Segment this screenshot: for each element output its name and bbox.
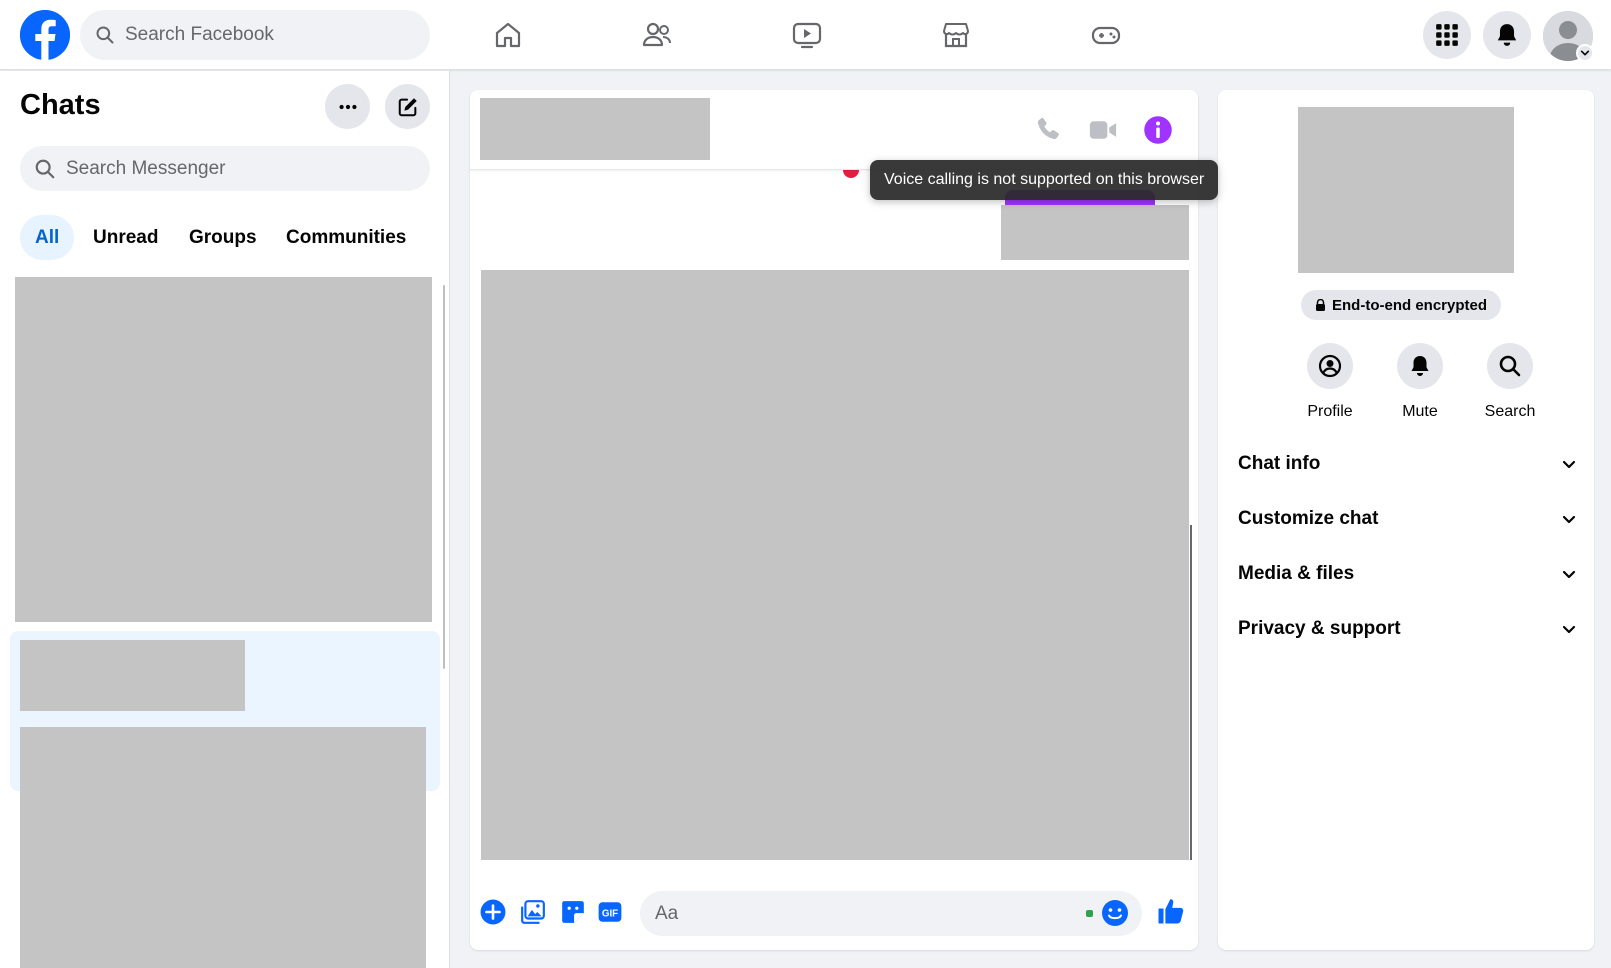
- voice-calling-tooltip: Voice calling is not supported on this b…: [870, 160, 1219, 200]
- conversation-contact-info[interactable]: [480, 98, 710, 160]
- send-like-button[interactable]: [1155, 895, 1187, 927]
- account-menu-toggle[interactable]: [1576, 44, 1594, 62]
- encryption-badge[interactable]: End-to-end encrypted: [1301, 290, 1502, 320]
- photo-icon: [521, 900, 545, 924]
- friends-nav-icon[interactable]: [637, 15, 677, 55]
- chevron-down-icon: [1562, 460, 1576, 469]
- message-input-box[interactable]: [640, 891, 1142, 936]
- watch-nav-icon[interactable]: [787, 15, 827, 55]
- tab-unread[interactable]: Unread: [78, 215, 173, 260]
- messenger-search-input[interactable]: [66, 157, 396, 180]
- grid-icon: [1436, 24, 1458, 46]
- messenger-search-box[interactable]: [20, 146, 430, 191]
- attach-photo-button[interactable]: [519, 898, 547, 926]
- profile-label: Profile: [1307, 403, 1353, 420]
- conversation-scrollbar[interactable]: [1190, 525, 1192, 860]
- tab-groups[interactable]: Groups: [174, 215, 272, 260]
- search-icon: [1499, 355, 1521, 377]
- emoji-icon: [1102, 900, 1128, 926]
- profile-icon: [1318, 354, 1342, 378]
- search-label: Search: [1484, 403, 1536, 420]
- notifications-button[interactable]: [1483, 11, 1531, 59]
- chevron-down-icon: [1562, 625, 1576, 634]
- chevron-down-icon: [1562, 515, 1576, 524]
- emoji-button[interactable]: [1100, 898, 1130, 928]
- facebook-search-input[interactable]: [125, 24, 405, 46]
- conversation-info-button[interactable]: [1138, 110, 1178, 150]
- mute-button[interactable]: [1397, 343, 1443, 389]
- message-input[interactable]: [655, 902, 1055, 925]
- new-message-button[interactable]: [385, 84, 430, 129]
- search-icon: [35, 159, 55, 178]
- search-conversation-button[interactable]: [1487, 343, 1533, 389]
- gif-icon: GIF: [598, 902, 622, 922]
- section-label: Customize chat: [1238, 508, 1379, 529]
- section-chat-info[interactable]: Chat info: [1238, 444, 1578, 484]
- section-media-files[interactable]: Media & files: [1238, 554, 1578, 594]
- encryption-label: End-to-end encrypted: [1332, 296, 1488, 314]
- profile-button[interactable]: [1307, 343, 1353, 389]
- message-composer: GIF: [470, 880, 1198, 945]
- chat-list-item[interactable]: [20, 727, 426, 968]
- plus-circle-icon: [480, 899, 506, 925]
- chats-options-button[interactable]: [325, 84, 370, 129]
- sticker-button[interactable]: [559, 898, 587, 926]
- video-call-button[interactable]: [1083, 110, 1123, 150]
- chevron-down-icon: [1562, 570, 1576, 579]
- sticker-icon: [562, 901, 584, 923]
- more-horizontal-icon: [338, 104, 357, 109]
- section-privacy-support[interactable]: Privacy & support: [1238, 609, 1578, 649]
- contact-photo: [1298, 107, 1514, 273]
- bell-icon: [1411, 356, 1429, 376]
- section-label: Media & files: [1238, 563, 1355, 584]
- bell-icon: [1497, 24, 1517, 46]
- gaming-nav-icon[interactable]: [1086, 15, 1126, 55]
- facebook-logo-icon[interactable]: [20, 10, 70, 60]
- section-customize-chat[interactable]: Customize chat: [1238, 499, 1578, 539]
- search-icon: [96, 26, 114, 44]
- mute-label: Mute: [1402, 403, 1438, 420]
- search-action[interactable]: Search: [1465, 343, 1555, 421]
- chat-list-item-preview: [20, 640, 245, 711]
- chat-list-item[interactable]: [15, 277, 432, 622]
- menu-grid-button[interactable]: [1423, 11, 1471, 59]
- section-label: Privacy & support: [1238, 618, 1401, 639]
- chats-sidebar: Chats All Unread Groups Communities: [0, 71, 450, 968]
- chat-list-scrollbar[interactable]: [443, 285, 445, 669]
- compose-icon: [398, 97, 417, 116]
- tab-communities[interactable]: Communities: [271, 215, 421, 260]
- gif-button[interactable]: GIF: [596, 898, 624, 926]
- chats-title: Chats: [20, 89, 101, 121]
- message-thread-content: [481, 270, 1189, 860]
- info-icon: [1144, 116, 1172, 144]
- home-nav-icon[interactable]: [488, 15, 528, 55]
- conversation-panel: GIF: [470, 90, 1198, 950]
- status-indicator: [1086, 910, 1093, 917]
- conversation-details-panel: End-to-end encrypted Profile Mute Search…: [1218, 90, 1594, 950]
- phone-icon: [1037, 117, 1059, 140]
- voice-call-button[interactable]: [1028, 110, 1068, 150]
- svg-text:GIF: GIF: [602, 908, 618, 919]
- mute-action[interactable]: Mute: [1375, 343, 1465, 421]
- more-actions-button[interactable]: [479, 898, 507, 926]
- section-label: Chat info: [1238, 453, 1321, 474]
- lock-icon: [1316, 299, 1325, 311]
- thumbs-up-icon: [1158, 899, 1184, 924]
- video-camera-icon: [1089, 121, 1117, 139]
- conversation-header: [470, 90, 1198, 170]
- marketplace-nav-icon[interactable]: [936, 15, 976, 55]
- tab-all[interactable]: All: [20, 215, 75, 260]
- profile-action[interactable]: Profile: [1285, 343, 1375, 421]
- chevron-down-icon: [1580, 50, 1590, 56]
- facebook-search-box[interactable]: [80, 10, 430, 60]
- sent-message[interactable]: [1001, 205, 1189, 260]
- top-navigation-bar: [0, 0, 1611, 70]
